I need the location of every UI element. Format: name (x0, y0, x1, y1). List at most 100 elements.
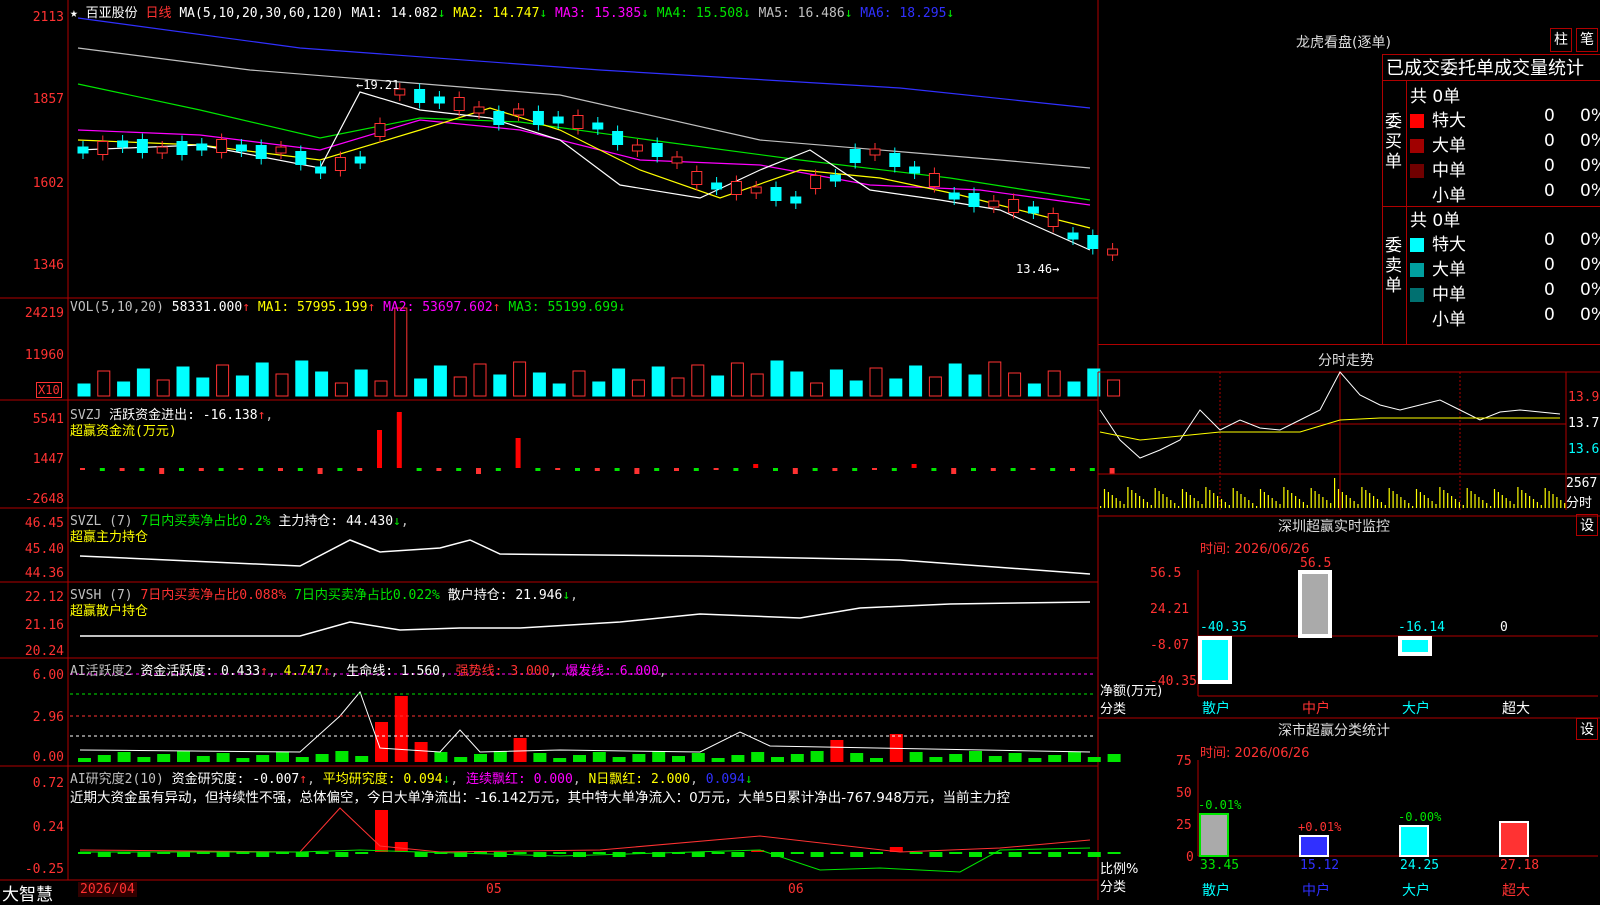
monitor-title: 深圳超赢实时监控 (1278, 519, 1390, 535)
volume-bar (493, 374, 507, 397)
classify-cat-chaoda: 超大 (1502, 883, 1530, 899)
fenshi-vol-bar (1326, 500, 1328, 508)
fenshi-vol-bar (1244, 497, 1246, 508)
volume-bar (1027, 383, 1041, 397)
volume-bar (97, 370, 111, 397)
fenshi-vol-bar (1189, 495, 1191, 508)
svzj-bar (495, 468, 501, 471)
price-tick-4: 1346 (32, 258, 64, 273)
fenshi-vol-bar (1439, 487, 1441, 508)
ai1-bar (810, 751, 824, 762)
row-percent: 0% (1580, 156, 1600, 176)
volume-bar (216, 364, 230, 397)
ai2-bar (592, 852, 606, 854)
ai1-bar (1028, 758, 1042, 762)
ai1-tick-2: 2.96 (32, 710, 64, 725)
volume-bar (750, 373, 764, 397)
svzj-bar (990, 468, 996, 471)
fenshi-vol-bar (1493, 489, 1496, 508)
volume-bar (1047, 370, 1061, 397)
fenshi-vol-bar (1228, 505, 1230, 508)
ma5-line (77, 47, 1091, 169)
candle (77, 146, 89, 154)
tick-mode-button[interactable]: 笔 (1576, 28, 1598, 52)
period-label[interactable]: 日线 (146, 6, 172, 21)
fenshi-vol-bar (1100, 506, 1102, 508)
date-tick-3: 06 (788, 882, 804, 897)
fenshi-vol-bar (1127, 487, 1129, 508)
monitor-settings-button[interactable]: 设 (1576, 514, 1598, 536)
classify-top-dahu: -0.00% (1398, 810, 1442, 824)
volume-bar (968, 374, 982, 397)
ai2-bar (909, 852, 923, 854)
svzj-bar (139, 468, 145, 471)
lhb-title: 龙虎看盘(逐单) (1296, 35, 1391, 51)
ma5-value: MA5: 16.486 (758, 6, 845, 21)
stock-name[interactable]: 百亚股份 (86, 6, 138, 21)
fenshi-vol-bar (1298, 499, 1301, 508)
fenshi-price-3: 13.60 (1568, 442, 1600, 457)
fenshi-vol-bar (1224, 502, 1226, 508)
fenshi-vol-sub: 分时 (1566, 496, 1593, 511)
ma3-arrow: ↓ (641, 6, 649, 21)
volume-bar (275, 373, 289, 397)
ma2-arrow: ↓ (539, 6, 548, 21)
ai2-bar (394, 842, 408, 852)
vol-unit-badge: X10 (36, 382, 62, 398)
bar-mode-button[interactable]: 柱 (1550, 28, 1572, 52)
main-chart-canvas[interactable] (0, 0, 1600, 900)
fenshi-vol-bar (1392, 491, 1394, 508)
ai1-bar (1107, 754, 1121, 762)
volume-bar (453, 376, 467, 397)
volume-bar (394, 307, 408, 397)
candle (909, 166, 921, 174)
monitor-ylabel: 净额(万元) (1100, 684, 1163, 699)
classify-bar-sanhu (1199, 813, 1229, 857)
ma2-value: MA2: 14.747 (453, 6, 540, 21)
ai2-bar (533, 852, 547, 857)
fenshi-vol-bar (1181, 489, 1184, 508)
fenshi-vol-bar (1373, 496, 1375, 508)
ai1-bar (157, 754, 171, 762)
classify-top-sanhu: -0.01% (1198, 798, 1242, 812)
buy-row: 中单 0 0% (1410, 156, 1600, 181)
volume-bar (295, 360, 309, 397)
volume-bar (552, 383, 566, 397)
monitor-time: 时间: 2026/06/26 (1200, 542, 1310, 557)
candle (295, 151, 307, 165)
brand-label[interactable]: 大智慧 (2, 880, 53, 905)
svzj-bar (278, 468, 283, 471)
svzj-bar (297, 468, 303, 471)
fenshi-vol-bar (1548, 491, 1550, 508)
svzj-bar (891, 468, 897, 471)
fenshi-vol-bar (1408, 503, 1410, 508)
fenshi-vol-bar (1380, 502, 1382, 508)
fenshi-vol-bar (1322, 497, 1324, 508)
fenshi-vol-bar (1174, 503, 1176, 508)
monitor-tick-1: 56.5 (1150, 566, 1182, 581)
ma1-line (77, 91, 1091, 251)
volume-bar (374, 380, 388, 397)
fenshi-vol-bar (1154, 488, 1156, 508)
volume-bar (631, 379, 645, 397)
fenshi-vol-bar (1111, 495, 1113, 508)
ai2-bar (1008, 852, 1022, 857)
lhb-vdivider (1406, 80, 1407, 344)
volume-bar (612, 368, 626, 397)
classify-settings-button[interactable]: 设 (1576, 718, 1598, 740)
volume-bar (433, 365, 447, 397)
ai2-bar (830, 852, 844, 854)
classify-cat-sanhu: 散户 (1202, 883, 1230, 899)
volume-bar (928, 376, 942, 397)
row-label: 特大 (1432, 235, 1466, 255)
candle (671, 156, 683, 164)
fenshi-vol-bar (1185, 492, 1187, 508)
monitor-val-dahu: -16.14 (1398, 620, 1445, 635)
ai2-bar (573, 852, 586, 857)
fenshi-vol-label: 2567 (1566, 476, 1598, 491)
candle (572, 115, 584, 129)
ai2-bar (711, 852, 725, 854)
favorite-star-icon[interactable]: ★ (70, 6, 78, 21)
svsh-line (80, 601, 1091, 637)
ai2-bar (513, 852, 527, 854)
